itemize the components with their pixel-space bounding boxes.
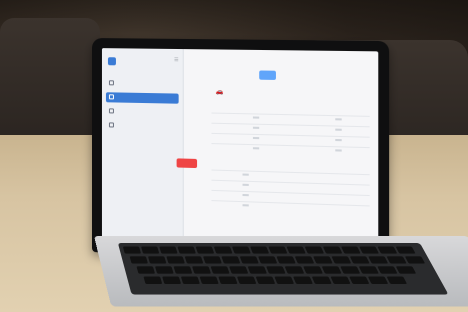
apply-button[interactable] — [259, 70, 276, 80]
key[interactable] — [129, 256, 148, 264]
key[interactable] — [404, 256, 426, 264]
key[interactable] — [340, 266, 361, 274]
key[interactable] — [313, 256, 333, 264]
key[interactable] — [141, 246, 160, 254]
edit-icon — [108, 94, 114, 100]
table-cell[interactable] — [242, 204, 249, 207]
key[interactable] — [386, 256, 407, 264]
app-sidebar: ☰ — [101, 48, 184, 248]
key[interactable] — [274, 276, 295, 285]
key[interactable] — [143, 276, 163, 285]
key[interactable] — [184, 256, 204, 264]
key[interactable] — [331, 256, 352, 264]
table-cell[interactable] — [242, 173, 249, 176]
photo-scene: ☰ 🚗 — [0, 0, 468, 312]
key[interactable] — [349, 256, 370, 264]
table-cell[interactable] — [335, 128, 342, 131]
key[interactable] — [341, 246, 361, 254]
key[interactable] — [258, 256, 278, 264]
laptop-keyboard — [117, 242, 449, 295]
table-cell[interactable] — [335, 138, 342, 142]
sidebar-item-4[interactable] — [106, 120, 179, 132]
key[interactable] — [255, 276, 276, 285]
chair-left — [0, 18, 100, 148]
key[interactable] — [210, 266, 230, 274]
key[interactable] — [239, 256, 259, 264]
key[interactable] — [236, 276, 257, 285]
key[interactable] — [330, 276, 351, 285]
key[interactable] — [166, 256, 185, 264]
sidebar-item-2[interactable] — [105, 92, 179, 104]
sidebar-item-1[interactable] — [106, 78, 179, 89]
key[interactable] — [162, 276, 182, 285]
table-cell[interactable] — [242, 183, 249, 186]
key[interactable] — [321, 266, 342, 274]
key[interactable] — [213, 246, 233, 254]
table-cell[interactable] — [252, 116, 260, 119]
table-cell[interactable] — [335, 118, 342, 121]
laptop-base — [94, 236, 468, 307]
key[interactable] — [147, 256, 167, 264]
logo-mark-icon — [107, 57, 116, 66]
keyboard-row — [125, 256, 426, 264]
key[interactable] — [377, 246, 398, 254]
key[interactable] — [154, 266, 174, 274]
key[interactable] — [311, 276, 332, 285]
app-logo — [107, 56, 175, 67]
delete-button[interactable] — [176, 158, 198, 169]
key[interactable] — [180, 276, 200, 285]
table-cell[interactable] — [252, 126, 260, 129]
key[interactable] — [173, 266, 193, 274]
key[interactable] — [195, 246, 215, 254]
key[interactable] — [368, 256, 389, 264]
key[interactable] — [229, 266, 249, 274]
receipt-icon — [108, 122, 114, 128]
key[interactable] — [303, 266, 323, 274]
key[interactable] — [159, 246, 178, 254]
key[interactable] — [247, 266, 267, 274]
car-icon — [108, 108, 114, 114]
laptop-screen: ☰ 🚗 — [101, 48, 379, 256]
sidebar-item-3[interactable] — [106, 106, 179, 118]
laptop-lid: ☰ 🚗 — [92, 38, 390, 265]
keyboard-row — [128, 266, 417, 274]
key[interactable] — [250, 246, 270, 254]
key[interactable] — [284, 266, 305, 274]
key[interactable] — [221, 256, 241, 264]
key[interactable] — [395, 246, 416, 254]
key[interactable] — [367, 276, 389, 285]
table-cell[interactable] — [252, 147, 260, 150]
key[interactable] — [136, 266, 156, 274]
keyboard-row — [131, 276, 408, 285]
key[interactable] — [192, 266, 212, 274]
key[interactable] — [199, 276, 219, 285]
vehicle-car-icon: 🚗 — [215, 88, 224, 96]
key[interactable] — [276, 256, 296, 264]
table-cell[interactable] — [252, 136, 260, 140]
key[interactable] — [386, 276, 408, 285]
key[interactable] — [359, 246, 380, 254]
key[interactable] — [322, 246, 343, 254]
key[interactable] — [266, 266, 286, 274]
key[interactable] — [294, 256, 315, 264]
key[interactable] — [218, 276, 238, 285]
key[interactable] — [268, 246, 288, 254]
app-main: 🚗 — [176, 49, 376, 256]
key[interactable] — [177, 246, 196, 254]
table-cell[interactable] — [242, 193, 249, 197]
grid-icon — [108, 80, 114, 86]
key[interactable] — [122, 246, 142, 254]
table-cell[interactable] — [335, 149, 342, 152]
key[interactable] — [377, 266, 398, 274]
key[interactable] — [231, 246, 251, 254]
key[interactable] — [202, 256, 222, 264]
keyboard-row — [122, 246, 416, 254]
key[interactable] — [349, 276, 370, 285]
key[interactable] — [304, 246, 325, 254]
key[interactable] — [286, 246, 306, 254]
key[interactable] — [395, 266, 417, 274]
menu-toggle-icon[interactable]: ☰ — [174, 57, 179, 63]
key[interactable] — [293, 276, 313, 285]
key[interactable] — [358, 266, 379, 274]
